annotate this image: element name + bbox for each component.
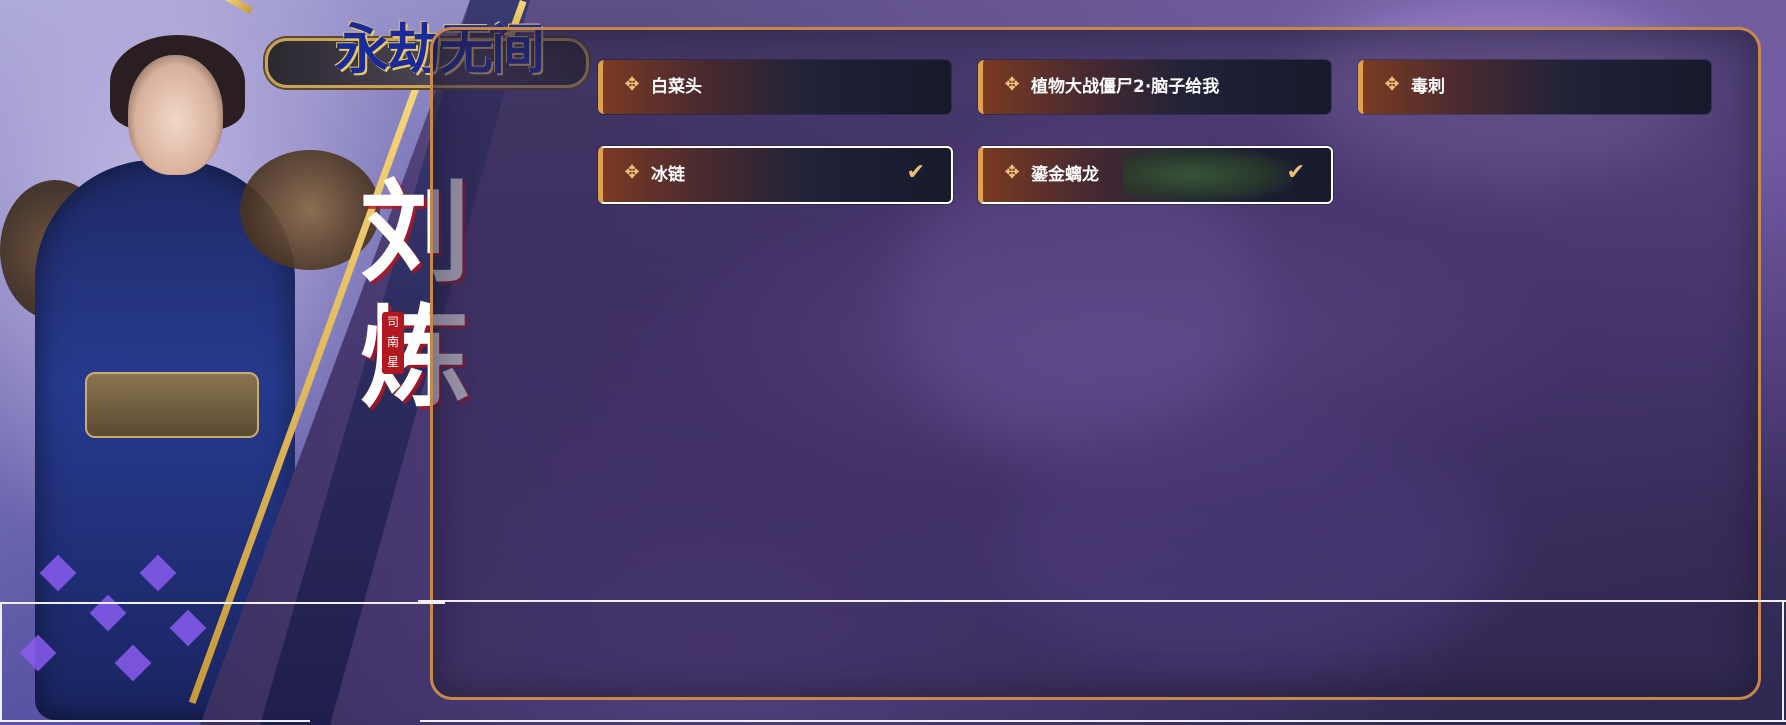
hero-seal: 司南星 — [382, 312, 404, 374]
item-card-pvz[interactable]: ✥ 植物大战僵尸2·脑子给我 — [978, 60, 1331, 114]
shuriken-icon: ✥ — [1384, 74, 1400, 95]
shuriken-icon: ✥ — [624, 162, 640, 183]
item-preview-art — [1123, 148, 1293, 202]
check-icon: ✔ — [906, 160, 925, 185]
item-card-label: 毒刺 — [1411, 77, 1445, 97]
item-card-baicaitou[interactable]: ✥ 白菜头 — [598, 60, 951, 114]
hero-belt — [85, 372, 259, 438]
divider-line — [1782, 600, 1784, 722]
item-card-label: 冰链 — [651, 165, 685, 185]
divider-line — [418, 600, 1786, 602]
item-card-label: 植物大战僵尸2·脑子给我 — [1031, 77, 1220, 97]
item-card-binglian[interactable]: ✥ 冰链 ✔ — [598, 146, 953, 204]
divider-line — [0, 720, 310, 722]
shuriken-icon: ✥ — [624, 74, 640, 95]
check-icon: ✔ — [1286, 160, 1305, 185]
hero-face — [128, 55, 223, 175]
shuriken-icon: ✥ — [1004, 74, 1020, 95]
divider-line — [0, 602, 445, 604]
divider-line — [420, 720, 1786, 722]
item-card-liujinchilong[interactable]: ✥ 鎏金螭龙 ✔ — [978, 146, 1333, 204]
item-card-ducì[interactable]: ✥ 毒刺 — [1358, 60, 1711, 114]
divider-line — [0, 604, 2, 722]
shuriken-icon: ✥ — [1004, 162, 1020, 183]
item-card-label: 白菜头 — [651, 77, 702, 97]
item-card-label: 鎏金螭龙 — [1031, 165, 1099, 185]
